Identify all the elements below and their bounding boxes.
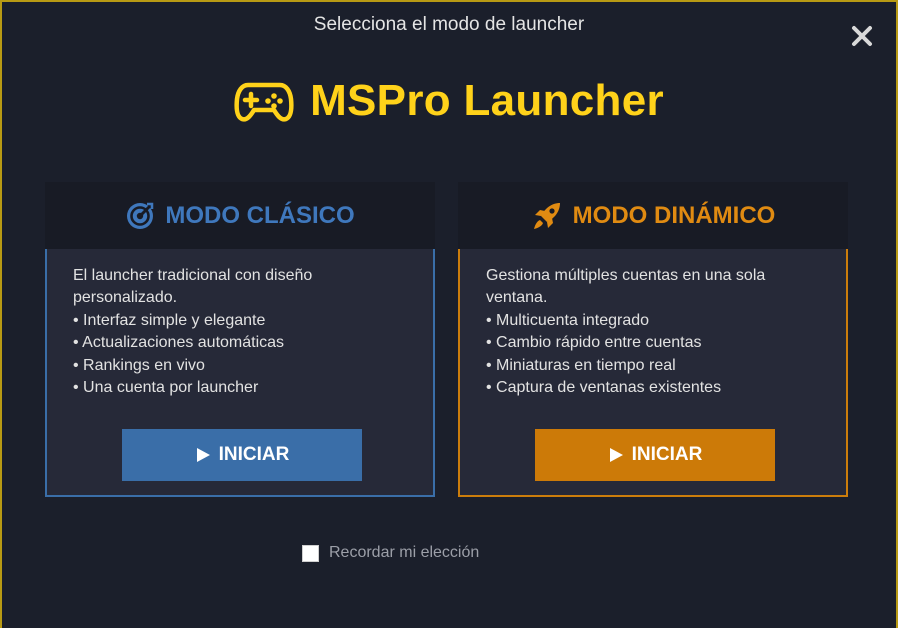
dynamic-mode-header: MODO DINÁMICO [458,182,848,249]
feature-item: • Miniaturas en tiempo real [486,356,676,374]
brand-name: MSPro Launcher [310,76,664,125]
description-line: ventana. [486,289,548,307]
feature-item: • Una cuenta por launcher [73,379,259,397]
window-title: Selecciona el modo de launcher [313,14,585,35]
description-line: personalizado. [73,289,178,307]
feature-item: • Captura de ventanas existentes [486,379,722,397]
feature-item: • Rankings en vivo [73,356,205,374]
rocket-icon [533,202,560,229]
feature-item: • Multicuenta integrado [486,311,650,329]
close-button[interactable] [848,22,876,50]
feature-item: • Interfaz simple y elegante [73,311,266,329]
classic-mode-body: El launcher tradicional con diseño perso… [45,249,435,497]
feature-item: • Actualizaciones automáticas [73,334,285,352]
remember-label[interactable]: Recordar mi elección [329,544,479,562]
mode-selector-window: Selecciona el modo de launcher MSPro Lau… [0,0,898,628]
target-icon [127,202,154,229]
description-line: Gestiona múltiples cuentas en una sola [486,267,766,284]
remember-checkbox[interactable] [302,544,319,562]
dynamic-mode-title: MODO DINÁMICO [572,201,776,229]
dynamic-start-button[interactable]: INICIAR [535,429,775,481]
close-icon[interactable] [848,22,876,50]
classic-mode-card: MODO CLÁSICO El launcher tradicional con… [45,182,435,497]
brand-header: MSPro Launcher [2,76,896,126]
feature-item: • Cambio rápido entre cuentas [486,334,702,352]
play-icon [609,448,623,462]
gamepad-icon [234,82,294,122]
classic-mode-title: MODO CLÁSICO [165,201,355,229]
classic-start-label: INICIAR [218,444,290,465]
dynamic-mode-description: Gestiona múltiples cuentas en una sola v… [486,265,826,399]
play-icon [196,448,210,462]
classic-start-button[interactable]: INICIAR [122,429,362,481]
classic-mode-header: MODO CLÁSICO [45,182,435,249]
description-line: El launcher tradicional con diseño [73,267,313,284]
dynamic-mode-body: Gestiona múltiples cuentas en una sola v… [458,249,848,497]
dynamic-start-label: INICIAR [631,444,703,465]
remember-choice[interactable]: Recordar mi elección [302,544,479,562]
classic-mode-description: El launcher tradicional con diseño perso… [73,265,413,399]
dynamic-mode-card: MODO DINÁMICO Gestiona múltiples cuentas… [458,182,848,497]
